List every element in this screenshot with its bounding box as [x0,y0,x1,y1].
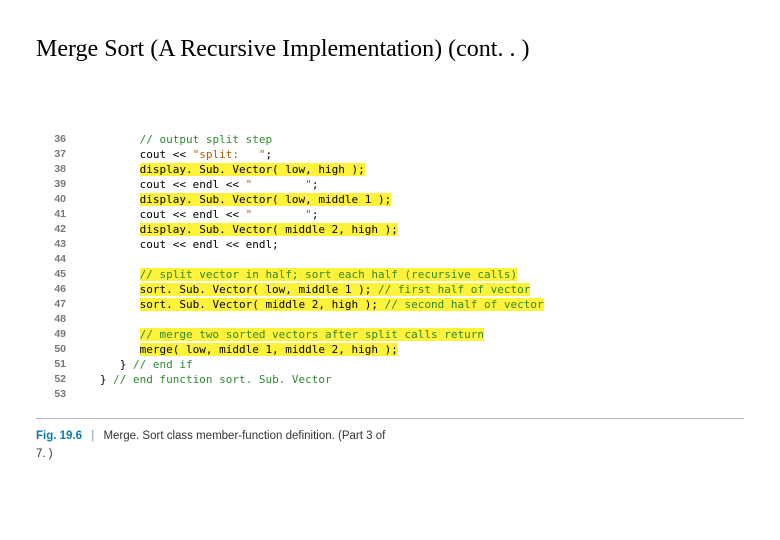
line-number: 43 [36,237,80,252]
code-token: ; [265,148,272,161]
code-token: } [100,373,113,386]
line-number: 50 [36,342,80,357]
code-token: ; [312,208,319,221]
code-content: cout << endl << " "; [80,177,744,192]
code-line: 50 merge( low, middle 1, middle 2, high … [36,342,744,357]
code-token: " " [246,178,312,191]
code-content: cout << endl << endl; [80,237,744,252]
line-number: 53 [36,387,80,402]
line-number: 44 [36,252,80,267]
code-token: cout << endl << endl; [140,238,279,251]
code-line: 53 [36,387,744,402]
line-number: 39 [36,177,80,192]
caption-separator: | [85,430,100,442]
page-title: Merge Sort (A Recursive Implementation) … [36,36,744,63]
code-line: 51 } // end if [36,357,744,372]
code-token: // output split step [140,133,272,146]
code-content: // merge two sorted vectors after split … [80,327,744,342]
line-number: 47 [36,297,80,312]
code-token: } [120,358,133,371]
code-content [80,252,744,267]
code-token: "split: " [193,148,266,161]
code-token: sort. Sub. Vector( middle 2, high ); [140,298,385,311]
code-content: // split vector in half; sort each half … [80,267,744,282]
code-line: 44 [36,252,744,267]
code-content: cout << "split: "; [80,147,744,162]
line-number: 49 [36,327,80,342]
code-token: // second half of vector [385,298,544,311]
figure-label: Fig. 19.6 [36,430,82,442]
caption-text-line2: 7. ) [36,448,53,460]
code-content [80,312,744,327]
code-token: ; [312,178,319,191]
line-number: 45 [36,267,80,282]
code-line: 43 cout << endl << endl; [36,237,744,252]
code-content: merge( low, middle 1, middle 2, high ); [80,342,744,357]
code-line: 47 sort. Sub. Vector( middle 2, high ); … [36,297,744,312]
code-token: cout << endl << [140,178,246,191]
code-line: 37 cout << "split: "; [36,147,744,162]
figure-caption: Fig. 19.6 | Merge. Sort class member-fun… [36,418,744,463]
code-line: 48 [36,312,744,327]
code-content: sort. Sub. Vector( middle 2, high ); // … [80,297,744,312]
code-content: } // end function sort. Sub. Vector [80,372,744,387]
code-line: 46 sort. Sub. Vector( low, middle 1 ); /… [36,282,744,297]
code-token: cout << [140,148,193,161]
code-content: display. Sub. Vector( low, high ); [80,162,744,177]
code-token: // end if [133,358,193,371]
code-content: display. Sub. Vector( low, middle 1 ); [80,192,744,207]
code-token: display. Sub. Vector( middle 2, high ); [140,223,398,236]
code-content: } // end if [80,357,744,372]
code-content: display. Sub. Vector( middle 2, high ); [80,222,744,237]
line-number: 52 [36,372,80,387]
line-number: 42 [36,222,80,237]
code-line: 41 cout << endl << " "; [36,207,744,222]
line-number: 40 [36,192,80,207]
code-content: sort. Sub. Vector( low, middle 1 ); // f… [80,282,744,297]
code-token: " " [246,208,312,221]
slide: Merge Sort (A Recursive Implementation) … [0,0,780,540]
code-line: 40 display. Sub. Vector( low, middle 1 )… [36,192,744,207]
line-number: 37 [36,147,80,162]
code-token: merge( low, middle 1, middle 2, high ); [140,343,398,356]
code-token: sort. Sub. Vector( low, middle 1 ); [140,283,378,296]
code-token: // first half of vector [378,283,530,296]
code-content: // output split step [80,132,744,147]
code-line: 39 cout << endl << " "; [36,177,744,192]
line-number: 41 [36,207,80,222]
code-line: 49 // merge two sorted vectors after spl… [36,327,744,342]
code-token: // end function sort. Sub. Vector [113,373,332,386]
line-number: 46 [36,282,80,297]
caption-text-line1: Merge. Sort class member-function defini… [103,430,385,442]
code-token: // split vector in half; sort each half … [140,268,518,281]
code-token: // merge two sorted vectors after split … [140,328,484,341]
code-listing: 36 // output split step37 cout << "split… [36,132,744,402]
line-number: 38 [36,162,80,177]
code-token: display. Sub. Vector( low, high ); [140,163,365,176]
code-line: 52 } // end function sort. Sub. Vector [36,372,744,387]
line-number: 51 [36,357,80,372]
code-line: 38 display. Sub. Vector( low, high ); [36,162,744,177]
line-number: 48 [36,312,80,327]
code-token: display. Sub. Vector( low, middle 1 ); [140,193,392,206]
code-line: 45 // split vector in half; sort each ha… [36,267,744,282]
code-line: 36 // output split step [36,132,744,147]
code-content [80,387,744,402]
code-line: 42 display. Sub. Vector( middle 2, high … [36,222,744,237]
code-content: cout << endl << " "; [80,207,744,222]
line-number: 36 [36,132,80,147]
code-token: cout << endl << [140,208,246,221]
